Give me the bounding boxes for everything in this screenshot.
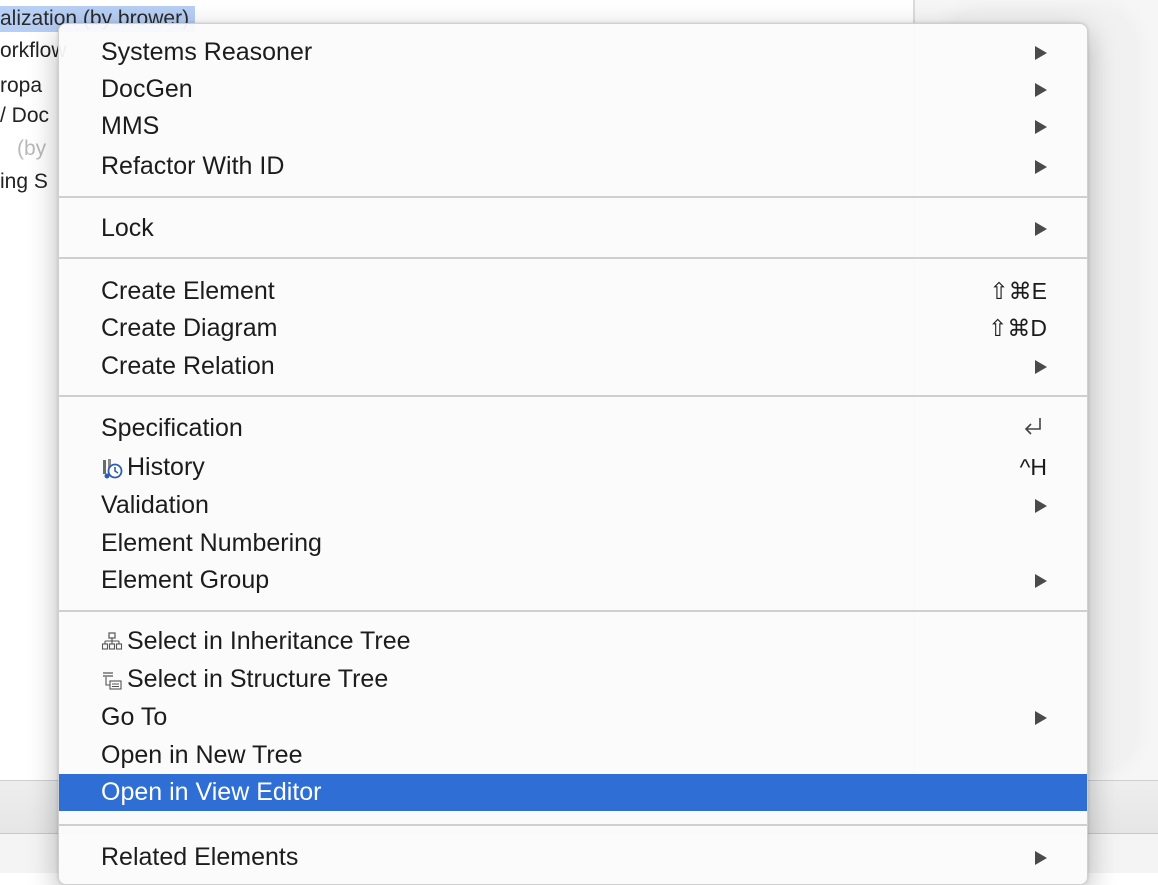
menu-separator [59, 824, 1087, 826]
submenu-arrow-icon [1035, 574, 1047, 588]
tree-item[interactable]: / Doc [0, 103, 49, 129]
menu-item-select-in-inheritance-tree[interactable]: Select in Inheritance Tree [59, 623, 1087, 660]
context-menu: Systems Reasoner DocGen MMS Refactor Wit… [58, 23, 1088, 885]
tree-item[interactable]: (by [17, 136, 46, 162]
submenu-arrow-icon [1035, 499, 1047, 513]
menu-item-related-elements[interactable]: Related Elements [59, 839, 1087, 876]
menu-separator [59, 196, 1087, 198]
menu-item-create-element[interactable]: Create Element ⇧⌘E [59, 273, 1087, 310]
menu-item-open-in-view-editor[interactable]: Open in View Editor [59, 774, 1087, 811]
menu-item-label: Validation [101, 491, 209, 519]
menu-item-label: Lock [101, 214, 154, 242]
menu-item-label: DocGen [101, 75, 193, 103]
menu-item-label: Element Numbering [101, 529, 322, 557]
menu-item-label: Create Diagram [101, 314, 278, 342]
menu-separator [59, 395, 1087, 397]
menu-item-element-numbering[interactable]: Element Numbering [59, 525, 1087, 562]
tree-item[interactable]: orkflow [0, 38, 67, 64]
menu-item-select-in-structure-tree[interactable]: Select in Structure Tree [59, 661, 1087, 698]
menu-item-label: Open in View Editor [101, 778, 322, 806]
submenu-arrow-icon [1035, 360, 1047, 374]
menu-item-history[interactable]: History ^H [59, 449, 1087, 486]
menu-item-lock[interactable]: Lock [59, 210, 1087, 247]
menu-item-create-diagram[interactable]: Create Diagram ⇧⌘D [59, 310, 1087, 347]
menu-item-systems-reasoner[interactable]: Systems Reasoner [59, 34, 1087, 71]
submenu-arrow-icon [1035, 851, 1047, 865]
menu-item-open-in-new-tree[interactable]: Open in New Tree [59, 737, 1087, 774]
shortcut-label: ⇧⌘E [989, 278, 1047, 304]
structure-tree-icon [103, 672, 122, 690]
menu-item-label: Create Element [101, 277, 275, 305]
menu-item-docgen[interactable]: DocGen [59, 71, 1087, 108]
submenu-arrow-icon [1035, 222, 1047, 236]
menu-item-label: Specification [101, 414, 243, 442]
menu-item-label: Create Relation [101, 352, 275, 380]
menu-item-label: Select in Structure Tree [127, 665, 389, 693]
shortcut-label: ⇧⌘D [988, 315, 1047, 341]
menu-item-create-relation[interactable]: Create Relation [59, 348, 1087, 385]
menu-item-mms[interactable]: MMS [59, 108, 1087, 145]
submenu-arrow-icon [1035, 120, 1047, 134]
shortcut-label: ^H [1019, 454, 1047, 480]
menu-item-label: Element Group [101, 566, 270, 594]
menu-item-refactor-with-id[interactable]: Refactor With ID [59, 148, 1087, 185]
menu-item-label: Select in Inheritance Tree [127, 627, 411, 655]
tree-item[interactable]: ing S [0, 169, 48, 195]
history-icon [103, 459, 123, 479]
submenu-arrow-icon [1035, 160, 1047, 174]
menu-item-label: History [127, 453, 205, 481]
menu-item-label: Related Elements [101, 843, 299, 871]
tree-item[interactable]: ropa [0, 73, 42, 99]
menu-separator [59, 610, 1087, 612]
menu-item-validation[interactable]: Validation [59, 487, 1087, 524]
menu-item-specification[interactable]: Specification [59, 410, 1087, 447]
menu-item-label: Go To [101, 703, 168, 731]
submenu-arrow-icon [1035, 711, 1047, 725]
return-icon [1024, 418, 1041, 435]
menu-item-element-group[interactable]: Element Group [59, 562, 1087, 599]
submenu-arrow-icon [1035, 46, 1047, 60]
menu-item-label: Refactor With ID [101, 152, 285, 180]
menu-separator [59, 257, 1087, 259]
menu-item-label: MMS [101, 112, 160, 140]
menu-item-label: Open in New Tree [101, 741, 303, 769]
menu-item-label: Systems Reasoner [101, 38, 313, 66]
inheritance-tree-icon [101, 632, 123, 650]
menu-item-go-to[interactable]: Go To [59, 699, 1087, 736]
submenu-arrow-icon [1035, 83, 1047, 97]
